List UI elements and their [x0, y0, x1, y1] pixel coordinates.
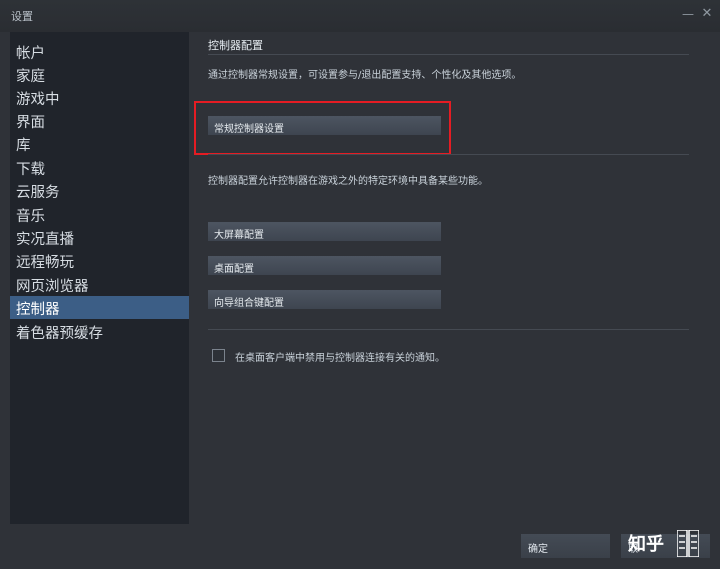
- divider: [208, 154, 689, 155]
- controller-settings-panel: 控制器配置 通过控制器常规设置，可设置参与/退出配置支持、个性化及其他选项。 常…: [189, 32, 711, 524]
- dialog-footer: 确定 取 知乎: [0, 524, 720, 569]
- sidebar-item-label: 下载: [16, 162, 45, 178]
- title-bar[interactable]: 设置 — ✕: [0, 0, 720, 32]
- disable-notifications-checkbox[interactable]: [212, 349, 225, 362]
- settings-sidebar: 帐户 家庭 游戏中 界面 库 下载 云服务 音乐 实况直播 远程畅玩 网页浏览器…: [10, 32, 189, 524]
- zhihu-watermark: 知乎: [628, 528, 718, 562]
- button-label: 常规控制器设置: [214, 124, 284, 135]
- desktop-config-button[interactable]: 桌面配置: [208, 256, 441, 275]
- sidebar-item-shader-cache[interactable]: 着色器预缓存: [10, 320, 189, 343]
- divider: [208, 54, 689, 55]
- config-description: 控制器配置允许控制器在游戏之外的特定环境中具备某些功能。: [208, 176, 488, 187]
- ok-button[interactable]: 确定: [521, 534, 610, 558]
- sidebar-item-label: 游戏中: [16, 92, 60, 108]
- general-controller-settings-button[interactable]: 常规控制器设置: [208, 116, 441, 135]
- sidebar-item-label: 着色器预缓存: [16, 326, 103, 342]
- sidebar-item-interface[interactable]: 界面: [10, 109, 189, 132]
- sidebar-item-music[interactable]: 音乐: [10, 203, 189, 226]
- sidebar-item-label: 库: [16, 138, 31, 154]
- window-title: 设置: [11, 10, 33, 23]
- settings-window: 设置 — ✕ 帐户 家庭 游戏中 界面 库 下载 云服务 音乐 实况直播 远程畅…: [0, 0, 720, 569]
- sidebar-item-web-browser[interactable]: 网页浏览器: [10, 273, 189, 296]
- button-label: 大屏幕配置: [214, 230, 264, 241]
- sidebar-item-label: 远程畅玩: [16, 255, 74, 271]
- sidebar-item-broadcasting[interactable]: 实况直播: [10, 226, 189, 249]
- sidebar-item-label: 控制器: [16, 302, 60, 318]
- section-title: 控制器配置: [208, 39, 263, 52]
- sidebar-item-label: 界面: [16, 115, 45, 131]
- sidebar-item-downloads[interactable]: 下载: [10, 156, 189, 179]
- intro-text: 通过控制器常规设置，可设置参与/退出配置支持、个性化及其他选项。: [208, 70, 522, 81]
- sidebar-item-controller[interactable]: 控制器: [10, 296, 189, 319]
- sidebar-item-family[interactable]: 家庭: [10, 63, 189, 86]
- close-icon[interactable]: ✕: [700, 7, 714, 21]
- divider: [208, 329, 689, 330]
- button-label: 桌面配置: [214, 264, 254, 275]
- big-picture-config-button[interactable]: 大屏幕配置: [208, 222, 441, 241]
- sidebar-item-label: 网页浏览器: [16, 279, 89, 295]
- minimize-icon[interactable]: —: [681, 7, 695, 21]
- sidebar-item-label: 家庭: [16, 69, 45, 85]
- button-label: 向导组合键配置: [214, 298, 284, 309]
- sidebar-item-label: 云服务: [16, 185, 60, 201]
- sidebar-item-account[interactable]: 帐户: [10, 40, 189, 63]
- guide-chord-config-button[interactable]: 向导组合键配置: [208, 290, 441, 309]
- sidebar-item-remote-play[interactable]: 远程畅玩: [10, 249, 189, 272]
- watermark-seal-icon: [677, 530, 699, 557]
- sidebar-item-label: 实况直播: [16, 232, 74, 248]
- sidebar-item-cloud[interactable]: 云服务: [10, 179, 189, 202]
- watermark-text: 知乎: [628, 534, 664, 555]
- button-label: 确定: [528, 544, 548, 555]
- sidebar-item-label: 帐户: [16, 46, 45, 62]
- sidebar-item-library[interactable]: 库: [10, 132, 189, 155]
- sidebar-item-in-game[interactable]: 游戏中: [10, 86, 189, 109]
- sidebar-item-label: 音乐: [16, 209, 45, 225]
- checkbox-label: 在桌面客户端中禁用与控制器连接有关的通知。: [235, 353, 445, 364]
